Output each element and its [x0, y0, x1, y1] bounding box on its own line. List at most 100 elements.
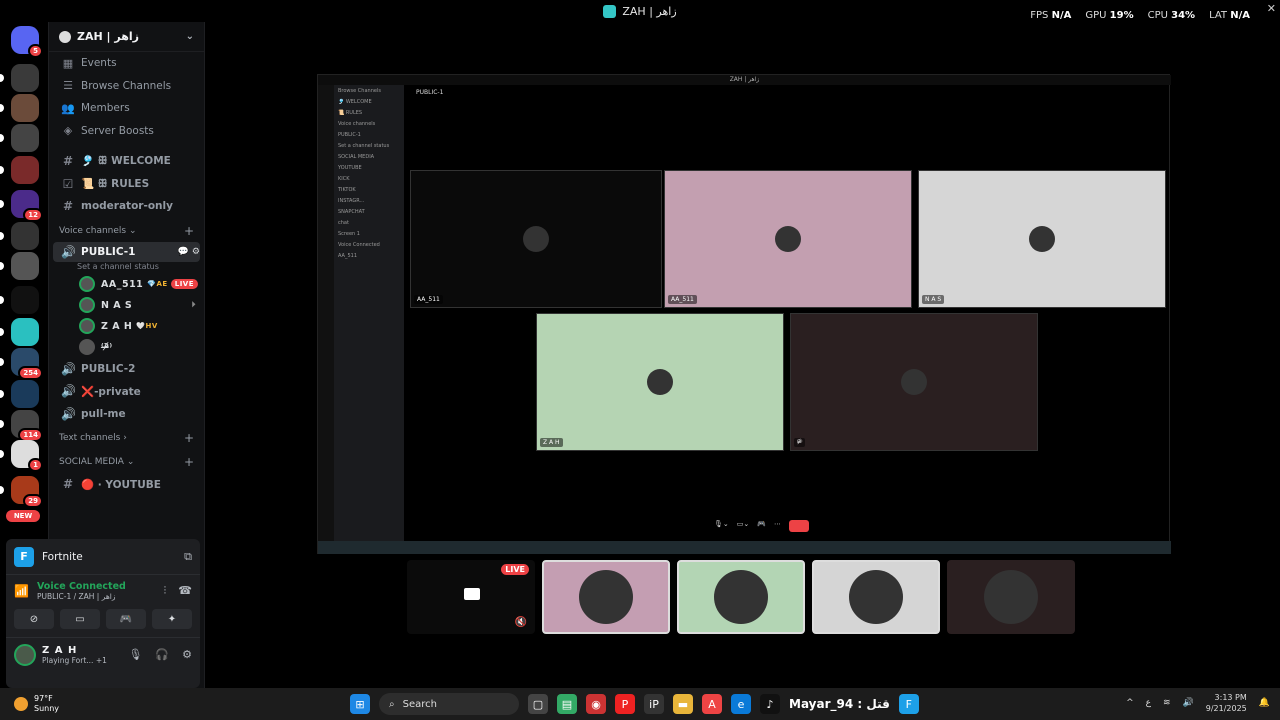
avatar [901, 369, 927, 395]
stream-tile[interactable]: Z A H [536, 313, 784, 451]
ip-icon[interactable]: iP [644, 694, 664, 714]
noise-suppression-icon[interactable]: ⫶ [164, 584, 167, 598]
pinterest-icon[interactable]: P [615, 694, 635, 714]
taskbar-apps: ⊞ ⌕ Search ▢ ▤ ◉ P iP ▬ A e ♪ Mayar_94 :… [350, 693, 919, 715]
server-icon[interactable] [0, 156, 39, 184]
close-icon[interactable]: ✕ [1267, 2, 1276, 15]
server-icon [59, 30, 71, 43]
screen-share-button[interactable]: ▭ [60, 609, 100, 629]
mini-sidebar-item: KICK [338, 176, 350, 182]
gear-icon[interactable]: ⚙ [182, 648, 192, 661]
edge-icon[interactable]: e [731, 694, 751, 714]
server-icon[interactable] [0, 222, 39, 250]
server-icon[interactable] [0, 124, 39, 152]
text-channel[interactable]: # moderator-only [49, 195, 204, 218]
nav-server-boosts[interactable]: ◈ Server Boosts [49, 120, 204, 143]
participant-thumbnail[interactable] [542, 560, 670, 634]
server-icon[interactable]: 29 [0, 476, 43, 508]
stream-tile[interactable]: N A S [918, 170, 1166, 308]
server-icon[interactable] [0, 380, 39, 408]
taskbar-search[interactable]: ⌕ Search [379, 693, 519, 715]
server-icon[interactable] [0, 252, 39, 280]
participant-thumbnail[interactable] [812, 560, 940, 634]
avatar[interactable] [14, 643, 36, 666]
folder-icon[interactable]: ▬ [673, 694, 693, 714]
active-app-title[interactable]: Mayar_94 : قتل [789, 697, 890, 711]
server-icon[interactable] [0, 94, 39, 122]
volume-icon[interactable]: 🔊 [1183, 698, 1194, 708]
social-category[interactable]: SOCIAL MEDIA ⌄ + [49, 451, 204, 473]
members-icon: 👥 [61, 101, 75, 115]
server-icon[interactable]: 1 [0, 440, 43, 472]
server-icon[interactable] [0, 318, 39, 346]
stream-tile[interactable]: AA_511 [410, 170, 662, 308]
voice-user[interactable]: AA_511 💎AE LIVE [49, 274, 204, 295]
nav-members[interactable]: 👥 Members [49, 97, 204, 120]
chrome-icon[interactable]: ◉ [586, 694, 606, 714]
stream-tile[interactable]: ⁽ᵒ̴̶̷᷄⁾ [790, 313, 1038, 451]
add-channel-icon[interactable]: + [184, 224, 194, 238]
game-overlay-icon[interactable]: ⧉ [184, 550, 192, 564]
channel-status[interactable]: Set a channel status [49, 262, 204, 274]
server-icon[interactable] [0, 64, 39, 92]
add-channel-icon[interactable]: + [184, 455, 194, 469]
mute-icon[interactable]: 🔇 [515, 617, 527, 628]
voice-channel[interactable]: 🔊 PUBLIC-2 [49, 358, 204, 381]
soundboard-button[interactable]: ✦ [152, 609, 192, 629]
participant-thumbnail[interactable]: 🔇 LIVE [407, 560, 535, 634]
camera-off-button[interactable]: ⊘ [14, 609, 54, 629]
server-icon[interactable]: 254 [0, 348, 43, 380]
activity-button[interactable]: 🎮 [106, 609, 146, 629]
add-channel-icon[interactable]: + [184, 431, 194, 445]
voice-channel[interactable]: 🔊 pull-me [49, 403, 204, 426]
task-view-icon[interactable]: ▢ [528, 694, 548, 714]
signal-icon[interactable]: 📶 [14, 584, 29, 598]
app-a-icon[interactable]: A [702, 694, 722, 714]
stream-tile[interactable]: AA_511 [664, 170, 912, 308]
weather-widget[interactable]: 97°F Sunny [0, 694, 200, 714]
lang-indicator[interactable]: ع [1146, 698, 1151, 708]
nav-events[interactable]: ▦ Events [49, 52, 204, 75]
voice-category[interactable]: Voice channels ⌄ + [49, 220, 204, 242]
game-activity[interactable]: F Fortnite ⧉ [6, 539, 200, 575]
voice-user[interactable]: ⁽ᵒ̴̶̷᷄⁾ [49, 337, 204, 358]
headphones-icon[interactable]: 🎧 [155, 648, 169, 661]
voice-channel[interactable]: PUBLIC-1 / ZAH | زاهر [37, 592, 126, 601]
text-category[interactable]: Text channels › + [49, 427, 204, 449]
user-name[interactable]: Z A H [42, 645, 107, 656]
store-icon[interactable]: ▤ [557, 694, 577, 714]
stream-view[interactable]: ZAH | زاهر Browse Channels 🎐 WELCOME 📜 RUL… [317, 74, 1171, 554]
chevron-up-icon[interactable]: ^ [1126, 698, 1134, 708]
fps-readout: FPS N/A [1030, 10, 1072, 21]
tile-name: Z A H [540, 438, 563, 447]
channel-public-1[interactable]: 🔊 PUBLIC-1 💬 ⚙ [53, 241, 200, 262]
text-channel[interactable]: # 🎐 ꕥ WELCOME [49, 150, 204, 173]
microphone-icon[interactable]: 🎙 [128, 648, 142, 661]
user-status: Playing Fort... +1 [42, 655, 107, 665]
participant-thumbnail[interactable] [677, 560, 805, 634]
chevron-down-icon[interactable]: ⌄ [186, 31, 194, 42]
channel-label: 📜 ꕥ RULES [81, 177, 150, 190]
server-icon[interactable]: 114 [0, 410, 43, 442]
hash-icon: # [62, 477, 74, 492]
server-icon[interactable] [0, 286, 39, 314]
voice-status[interactable]: Voice Connected [37, 581, 126, 592]
voice-channel[interactable]: 🔊 ❌-private [49, 380, 204, 403]
server-icon[interactable]: 12 [0, 190, 43, 222]
chat-icon[interactable]: 💬 ⚙ [178, 247, 200, 257]
channel-youtube[interactable]: # 🔴 · YOUTUBE [49, 473, 204, 496]
participant-thumbnail[interactable] [947, 560, 1075, 634]
wifi-icon[interactable]: ≋ [1163, 698, 1171, 708]
server-header[interactable]: ZAH | زاهر ⌄ [49, 22, 204, 52]
voice-user[interactable]: Z A H 🤍HV [49, 316, 204, 337]
windows-start-icon[interactable]: ⊞ [350, 694, 370, 714]
voice-user[interactable]: N A S ⏵ [49, 295, 204, 316]
nav-browse-channels[interactable]: ☰ Browse Channels [49, 75, 204, 98]
fortnite-taskbar-icon[interactable]: F [898, 694, 919, 714]
disconnect-icon[interactable]: ☎ [178, 584, 192, 598]
clock[interactable]: 3:13 PM 9/21/2025 [1206, 692, 1247, 714]
server-icon[interactable]: 5 [11, 26, 43, 58]
text-channel[interactable]: ☑ 📜 ꕥ RULES [49, 173, 204, 196]
tiktok-icon[interactable]: ♪ [760, 694, 780, 714]
notification-icon[interactable]: 🔔 [1259, 698, 1270, 708]
